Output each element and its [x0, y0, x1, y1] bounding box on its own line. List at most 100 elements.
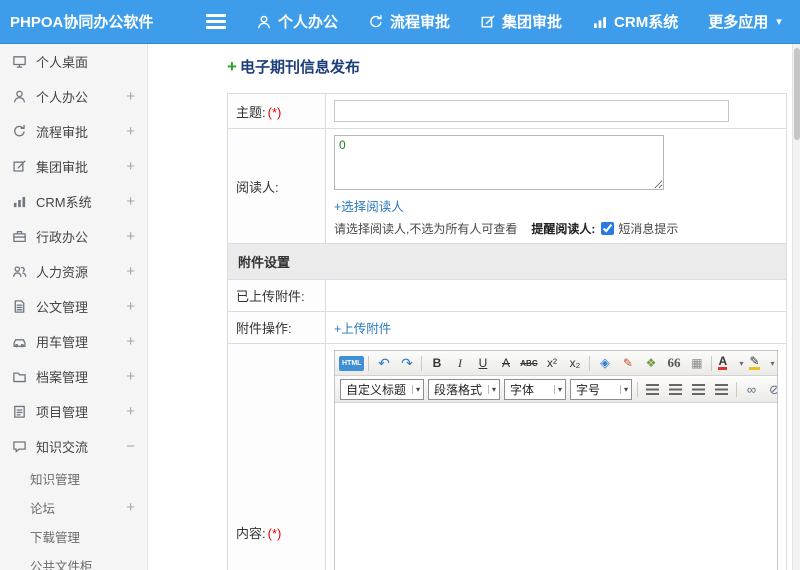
- cycle-icon: [370, 14, 382, 27]
- font-size-select[interactable]: 字号 ▾: [570, 379, 632, 400]
- select-readers-link[interactable]: +选择阅读人: [334, 196, 404, 215]
- content-label: 内容:: [236, 525, 266, 541]
- nav-group-approval[interactable]: 集团审批: [480, 11, 562, 32]
- font-color-a-icon: A: [718, 354, 728, 370]
- menu-icon[interactable]: [206, 11, 226, 32]
- emoticon-grid-button[interactable]: ▦: [686, 353, 707, 373]
- sidebar-item-archive-mgmt[interactable]: 档案管理 +: [0, 359, 147, 394]
- eraser-button[interactable]: ◈: [594, 353, 615, 373]
- document-icon: [14, 300, 25, 313]
- sidebar-item-crm[interactable]: CRM系统 +: [0, 184, 147, 219]
- upload-attachment-link[interactable]: +上传附件: [334, 318, 391, 337]
- expand-icon[interactable]: +: [126, 499, 135, 516]
- align-center-icon: [669, 384, 682, 395]
- expand-icon[interactable]: +: [126, 228, 135, 245]
- chevron-down-icon: ▾: [553, 385, 562, 394]
- sidebar-subitem-public-file-cabinet[interactable]: 公共文件柜: [0, 551, 147, 570]
- unlink-button[interactable]: ⊘: [764, 380, 777, 400]
- custom-heading-select[interactable]: 自定义标题 ▾: [340, 379, 424, 400]
- align-center-button[interactable]: [665, 380, 686, 400]
- app-logo: PHPOA协同办公软件: [10, 14, 154, 31]
- font-color-button[interactable]: A ▾: [716, 353, 745, 373]
- content-row: 内容: (*) HTML ↶ ↷ B I U A ABC x² x₂ ◈ ✎ ❖…: [227, 343, 787, 570]
- uploaded-value: [325, 279, 787, 312]
- redo-button[interactable]: ↷: [396, 353, 417, 373]
- expand-icon[interactable]: +: [126, 158, 135, 175]
- sidebar-item-knowledge-exchange[interactable]: 知识交流 −: [0, 429, 147, 464]
- align-right-icon: [692, 384, 705, 395]
- expand-icon[interactable]: +: [126, 263, 135, 280]
- editor-toolbar-row1: HTML ↶ ↷ B I U A ABC x² x₂ ◈ ✎ ❖ 66 ▦ A …: [335, 351, 777, 376]
- sidebar-subitem-download-mgmt[interactable]: 下载管理: [0, 522, 147, 551]
- align-right-button[interactable]: [688, 380, 709, 400]
- sidebar-subitem-forum[interactable]: 论坛 +: [0, 493, 147, 522]
- editor-content-area[interactable]: [335, 403, 777, 570]
- expand-icon[interactable]: +: [126, 123, 135, 140]
- sidebar-item-vehicle-mgmt[interactable]: 用车管理 +: [0, 324, 147, 359]
- nav-flow-approval[interactable]: 流程审批: [368, 11, 450, 32]
- blockquote-button[interactable]: 66: [663, 353, 684, 373]
- page-title: + 电子期刊信息发布: [227, 56, 792, 77]
- sidebar-item-hr[interactable]: 人力资源 +: [0, 254, 147, 289]
- sidebar-item-admin-office[interactable]: 行政办公 +: [0, 219, 147, 254]
- highlight-pen-icon: ✎: [749, 354, 760, 370]
- superscript-button[interactable]: x²: [541, 353, 562, 373]
- sidebar-item-personal-office[interactable]: 个人办公 +: [0, 79, 147, 114]
- subscript-button[interactable]: x₂: [564, 353, 585, 373]
- subject-input[interactable]: [334, 100, 729, 122]
- expand-icon[interactable]: +: [126, 403, 135, 420]
- nav-more-apps[interactable]: 更多应用 ▾: [708, 11, 782, 32]
- html-source-button[interactable]: HTML: [339, 355, 365, 371]
- rich-text-editor: HTML ↶ ↷ B I U A ABC x² x₂ ◈ ✎ ❖ 66 ▦ A …: [334, 350, 778, 570]
- top-nav: 个人办公 流程审批 集团审批 CRM系统 更多应用 ▾: [256, 11, 782, 32]
- remove-format-button[interactable]: ABC: [518, 353, 539, 373]
- align-justify-button[interactable]: [711, 380, 732, 400]
- expand-icon[interactable]: +: [126, 333, 135, 350]
- sidebar-item-flow-approval[interactable]: 流程审批 +: [0, 114, 147, 149]
- top-bar: PHPOA协同办公软件 个人办公 流程审批 集团审批 CRM系统 更多应用 ▾: [0, 0, 800, 44]
- italic-button[interactable]: I: [449, 353, 470, 373]
- align-justify-icon: [715, 384, 728, 395]
- underline-button[interactable]: U: [472, 353, 493, 373]
- scrollbar-thumb[interactable]: [794, 48, 800, 140]
- remind-readers-label: 提醒阅读人:: [531, 222, 596, 236]
- editor-toolbar-row2: 自定义标题 ▾ 段落格式 ▾ 字体 ▾ 字号 ▾ ∞: [335, 376, 777, 403]
- edit-icon: [13, 160, 26, 172]
- nav-label: 集团审批: [502, 14, 563, 31]
- required-mark: (*): [267, 104, 282, 120]
- expand-icon[interactable]: +: [126, 88, 135, 105]
- readers-textarea[interactable]: 0: [334, 135, 664, 190]
- sidebar-item-group-approval[interactable]: 集团审批 +: [0, 149, 147, 184]
- link-button[interactable]: ∞: [741, 380, 762, 400]
- chevron-down-icon: ▾: [770, 358, 775, 368]
- sms-checkbox[interactable]: [601, 222, 615, 235]
- sidebar-item-document-mgmt[interactable]: 公文管理 +: [0, 289, 147, 324]
- strikethrough-button[interactable]: A: [495, 353, 516, 373]
- chevron-down-icon: ▾: [739, 358, 744, 368]
- bar-chart-icon: [13, 197, 26, 208]
- expand-icon[interactable]: +: [126, 368, 135, 385]
- undo-button[interactable]: ↶: [373, 353, 394, 373]
- required-mark: (*): [267, 525, 282, 541]
- bar-chart-icon: [594, 16, 607, 28]
- sidebar-item-personal-desktop[interactable]: 个人桌面: [0, 44, 147, 79]
- sidebar-item-project-mgmt[interactable]: 项目管理 +: [0, 394, 147, 429]
- paragraph-format-select[interactable]: 段落格式 ▾: [428, 379, 500, 400]
- edit-icon: [481, 15, 495, 27]
- nav-personal-office[interactable]: 个人办公: [256, 11, 338, 32]
- vertical-scrollbar[interactable]: [792, 44, 800, 570]
- align-left-button[interactable]: [642, 380, 663, 400]
- sidebar-subitem-knowledge-mgmt[interactable]: 知识管理: [0, 464, 147, 493]
- expand-icon[interactable]: +: [126, 193, 135, 210]
- format-brush-button[interactable]: ✎: [617, 353, 638, 373]
- font-family-select[interactable]: 字体 ▾: [504, 379, 566, 400]
- expand-icon[interactable]: +: [126, 298, 135, 315]
- paint-format-button[interactable]: ❖: [640, 353, 661, 373]
- bold-button[interactable]: B: [426, 353, 447, 373]
- collapse-icon[interactable]: −: [126, 438, 135, 455]
- nav-crm[interactable]: CRM系统: [592, 11, 678, 32]
- attachment-ops-label: 附件操作:: [227, 311, 326, 344]
- chevron-down-icon: ▾: [411, 385, 420, 394]
- highlight-color-button[interactable]: ✎ ▾: [747, 353, 776, 373]
- cycle-icon: [14, 124, 25, 137]
